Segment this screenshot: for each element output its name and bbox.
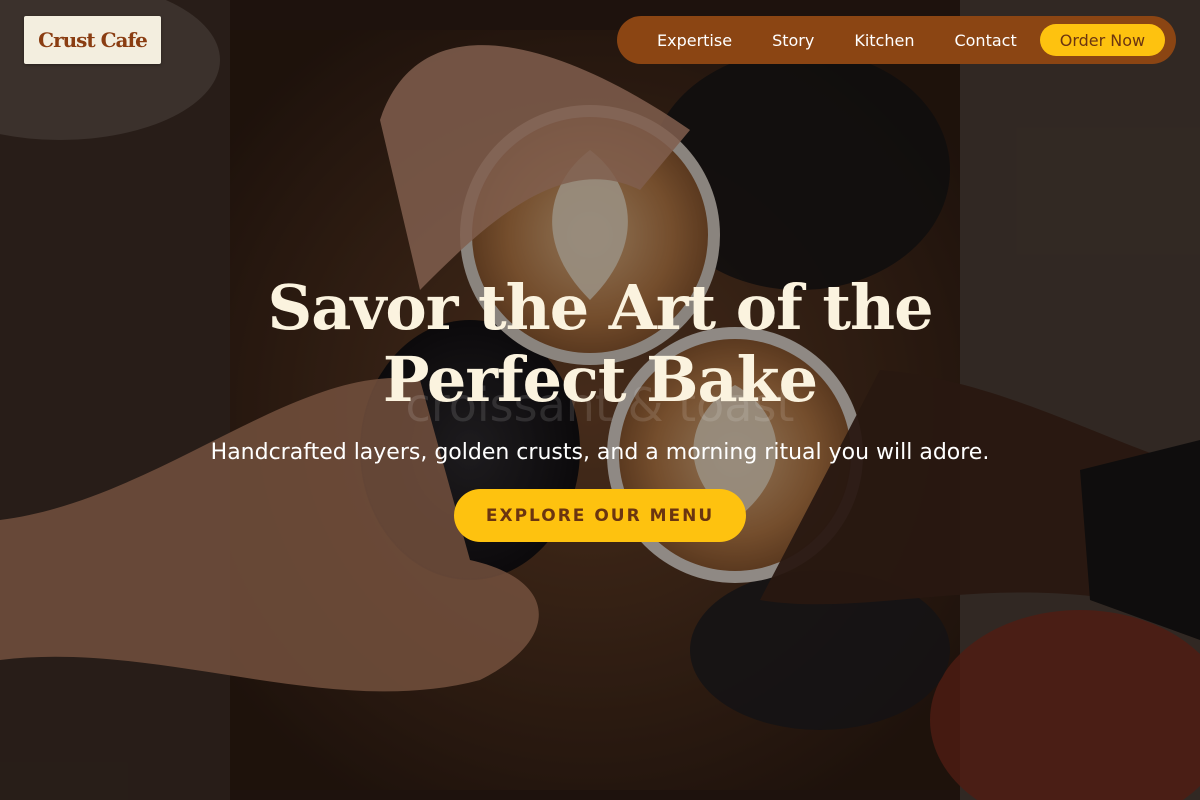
order-now-button[interactable]: Order Now — [1039, 24, 1166, 56]
hero-subheadline: Handcrafted layers, golden crusts, and a… — [210, 440, 990, 465]
main-navigation: Expertise Story Kitchen Contact Order No… — [617, 16, 1176, 64]
nav-link-kitchen[interactable]: Kitchen — [834, 31, 934, 50]
hero-headline-line2: Perfect Bake — [382, 343, 818, 416]
hero-headline: Savor the Art of the Perfect Bake — [180, 272, 1020, 416]
hero-headline-line1: Savor the Art of the — [267, 271, 933, 344]
brand-logo[interactable]: Crust Cafe — [24, 16, 161, 64]
explore-menu-button[interactable]: EXPLORE OUR MENU — [454, 489, 746, 542]
nav-link-contact[interactable]: Contact — [934, 31, 1036, 50]
brand-logo-text: Crust Cafe — [38, 28, 148, 52]
nav-link-story[interactable]: Story — [752, 31, 834, 50]
nav-link-expertise[interactable]: Expertise — [637, 31, 752, 50]
